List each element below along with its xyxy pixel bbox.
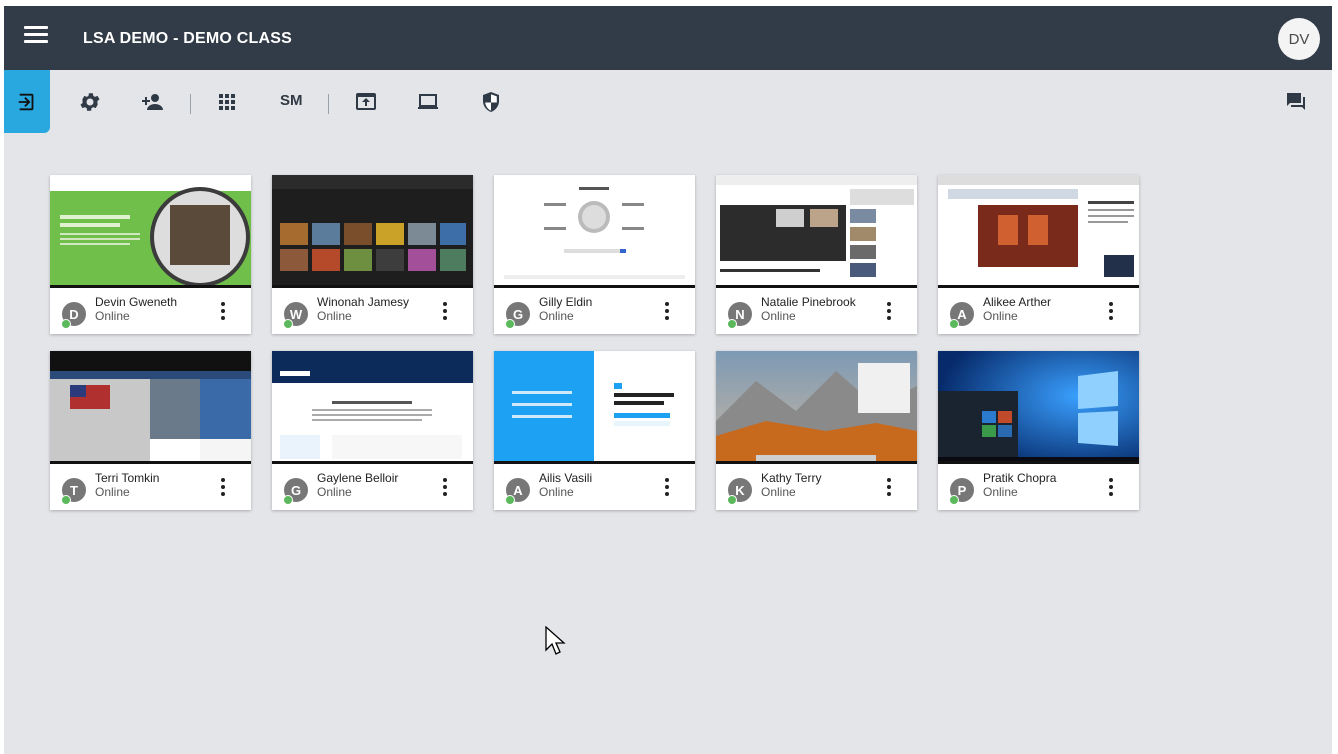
grid-view-icon[interactable]	[216, 90, 240, 114]
student-status: Online	[95, 309, 130, 323]
student-status: Online	[983, 485, 1018, 499]
screen-thumbnail[interactable]	[716, 175, 917, 288]
student-card[interactable]: A Ailis Vasili Online	[494, 351, 695, 510]
student-name: Gaylene Belloir	[317, 471, 399, 485]
card-footer: A Ailis Vasili Online	[494, 464, 695, 510]
more-options-icon[interactable]	[443, 478, 447, 496]
student-name: Gilly Eldin	[539, 295, 593, 309]
class-title: LSA DEMO - DEMO CLASS	[83, 30, 292, 47]
mouse-pointer-icon	[545, 625, 567, 661]
more-options-icon[interactable]	[887, 478, 891, 496]
more-options-icon[interactable]	[1109, 478, 1113, 496]
card-footer: G Gilly Eldin Online	[494, 288, 695, 334]
student-name: Pratik Chopra	[983, 471, 1057, 485]
card-footer: N Natalie Pinebrook Online	[716, 288, 917, 334]
screen-thumbnail[interactable]	[494, 351, 695, 464]
student-card[interactable]: W Winonah Jamesy Online	[272, 175, 473, 334]
safety-shield-icon[interactable]	[479, 90, 503, 114]
student-status: Online	[539, 309, 574, 323]
student-name: Ailis Vasili	[539, 471, 593, 485]
online-status-dot	[727, 495, 737, 505]
card-footer: D Devin Gweneth Online	[50, 288, 251, 334]
online-status-dot	[949, 495, 959, 505]
more-options-icon[interactable]	[887, 302, 891, 320]
student-status: Online	[317, 309, 352, 323]
student-name: Kathy Terry	[761, 471, 822, 485]
student-status: Online	[95, 485, 130, 499]
screen-thumbnail[interactable]	[938, 351, 1139, 464]
student-status: Online	[761, 485, 796, 499]
online-status-dot	[727, 319, 737, 329]
screen-thumbnail[interactable]	[272, 351, 473, 464]
online-status-dot	[283, 495, 293, 505]
online-status-dot	[61, 495, 71, 505]
screen-thumbnail[interactable]	[272, 175, 473, 288]
screen-thumbnail[interactable]	[494, 175, 695, 288]
show-messages-button[interactable]: SM	[280, 92, 303, 109]
screen-thumbnail[interactable]	[716, 351, 917, 464]
student-name: Alikee Arther	[983, 295, 1052, 309]
more-options-icon[interactable]	[221, 478, 225, 496]
user-avatar[interactable]: DV	[1278, 18, 1320, 60]
card-footer: P Pratik Chopra Online	[938, 464, 1139, 510]
card-footer: A Alikee Arther Online	[938, 288, 1139, 334]
student-card[interactable]: T Terri Tomkin Online	[50, 351, 251, 510]
toolbar-divider	[190, 94, 191, 114]
toolbar-divider	[328, 94, 329, 114]
student-card[interactable]: A Alikee Arther Online	[938, 175, 1139, 334]
student-card[interactable]: D Devin Gweneth Online	[50, 175, 251, 334]
share-screen-icon[interactable]	[354, 90, 378, 114]
more-options-icon[interactable]	[1109, 302, 1113, 320]
student-name: Natalie Pinebrook	[761, 295, 856, 309]
app-window: LSA DEMO - DEMO CLASS DV SM D Devin Gwen…	[4, 6, 1332, 754]
more-options-icon[interactable]	[221, 302, 225, 320]
more-options-icon[interactable]	[443, 302, 447, 320]
card-footer: T Terri Tomkin Online	[50, 464, 251, 510]
settings-gear-icon[interactable]	[78, 90, 102, 114]
student-status: Online	[539, 485, 574, 499]
screen-thumbnail[interactable]	[50, 351, 251, 464]
student-card[interactable]: K Kathy Terry Online	[716, 351, 917, 510]
chat-icon[interactable]	[1284, 90, 1308, 114]
card-footer: G Gaylene Belloir Online	[272, 464, 473, 510]
add-student-icon[interactable]	[140, 90, 164, 114]
online-status-dot	[949, 319, 959, 329]
student-name: Devin Gweneth	[95, 295, 178, 309]
online-status-dot	[505, 495, 515, 505]
more-options-icon[interactable]	[665, 478, 669, 496]
more-options-icon[interactable]	[665, 302, 669, 320]
online-status-dot	[61, 319, 71, 329]
card-footer: W Winonah Jamesy Online	[272, 288, 473, 334]
student-name: Winonah Jamesy	[317, 295, 410, 309]
menu-icon[interactable]	[24, 26, 48, 50]
top-app-bar: LSA DEMO - DEMO CLASS DV	[4, 6, 1332, 70]
online-status-dot	[283, 319, 293, 329]
student-status: Online	[983, 309, 1018, 323]
view-screen-icon[interactable]	[416, 90, 440, 114]
online-status-dot	[505, 319, 515, 329]
student-card[interactable]: G Gilly Eldin Online	[494, 175, 695, 334]
screen-thumbnail[interactable]	[50, 175, 251, 288]
student-card[interactable]: P Pratik Chopra Online	[938, 351, 1139, 510]
exit-class-icon[interactable]	[4, 70, 50, 133]
student-status: Online	[317, 485, 352, 499]
screen-thumbnail[interactable]	[938, 175, 1139, 288]
student-card[interactable]: N Natalie Pinebrook Online	[716, 175, 917, 334]
toolbar: SM	[4, 70, 1332, 134]
student-card[interactable]: G Gaylene Belloir Online	[272, 351, 473, 510]
card-footer: K Kathy Terry Online	[716, 464, 917, 510]
student-status: Online	[761, 309, 796, 323]
student-name: Terri Tomkin	[95, 471, 160, 485]
